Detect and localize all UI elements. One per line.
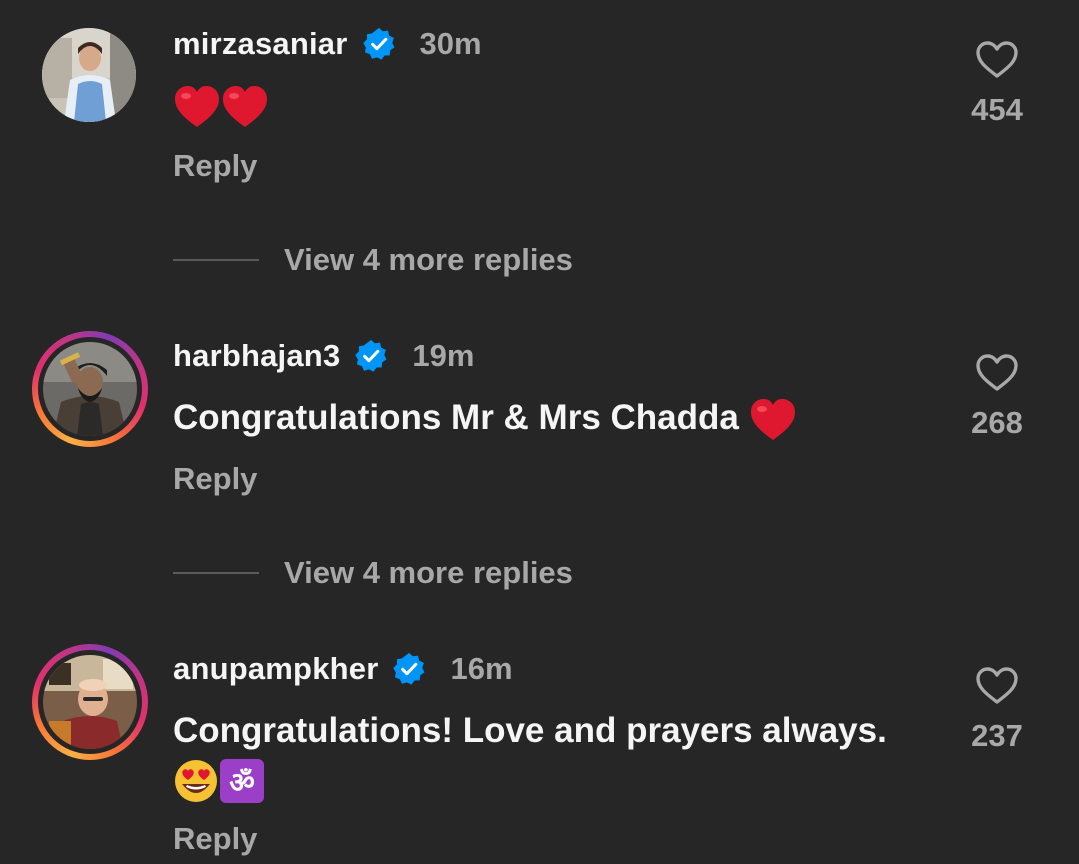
- heart-outline-icon[interactable]: [975, 353, 1019, 393]
- verified-badge-icon: [392, 652, 426, 686]
- heart-outline-icon[interactable]: [975, 40, 1019, 80]
- heart-outline-icon[interactable]: [975, 666, 1019, 706]
- comment-text: Congratulations Mr & Mrs Chadda: [173, 395, 797, 442]
- red-heart-emoji: [173, 85, 221, 129]
- comment-emoji-line: ॐ: [173, 756, 265, 804]
- story-ring[interactable]: [32, 644, 148, 760]
- like-count: 237: [971, 718, 1023, 753]
- reply-button[interactable]: Reply: [173, 148, 257, 184]
- svg-text:ॐ: ॐ: [229, 766, 255, 799]
- view-more-replies-button[interactable]: View 4 more replies: [173, 555, 573, 591]
- reply-button[interactable]: Reply: [173, 461, 257, 497]
- verified-badge-icon: [354, 339, 388, 373]
- username[interactable]: mirzasaniar: [173, 26, 348, 62]
- comment-time: 19m: [412, 338, 475, 373]
- om-symbol-emoji: ॐ: [219, 758, 265, 804]
- divider-line: [173, 259, 259, 261]
- username[interactable]: harbhajan3: [173, 338, 340, 374]
- comment-header: anupampkher 16m: [173, 649, 513, 689]
- red-heart-emoji: [221, 85, 269, 129]
- view-more-replies-label: View 4 more replies: [284, 242, 573, 277]
- avatar[interactable]: [43, 655, 137, 749]
- view-more-replies-label: View 4 more replies: [284, 555, 573, 590]
- comment-text-content: Congratulations Mr & Mrs Chadda: [173, 398, 739, 437]
- like-count: 454: [971, 92, 1023, 127]
- divider-line: [173, 572, 259, 574]
- comment-time: 30m: [419, 26, 482, 61]
- avatar[interactable]: [43, 342, 137, 436]
- story-ring[interactable]: [32, 331, 148, 447]
- heart-eyes-face-emoji: [173, 758, 219, 804]
- comment-text-content: Congratulations! Love and prayers always…: [173, 711, 887, 750]
- comment-text: Congratulations! Love and prayers always…: [173, 708, 887, 754]
- comment-header: harbhajan3 19m: [173, 336, 474, 376]
- verified-badge-icon: [362, 27, 396, 61]
- comment-header: mirzasaniar 30m: [173, 24, 482, 64]
- like-count: 268: [971, 405, 1023, 440]
- view-more-replies-button[interactable]: View 4 more replies: [173, 242, 573, 278]
- red-heart-emoji: [749, 398, 797, 442]
- comment-time: 16m: [450, 651, 513, 686]
- username[interactable]: anupampkher: [173, 651, 378, 687]
- comment-text: [173, 82, 269, 129]
- avatar[interactable]: [42, 28, 136, 122]
- reply-button[interactable]: Reply: [173, 821, 257, 857]
